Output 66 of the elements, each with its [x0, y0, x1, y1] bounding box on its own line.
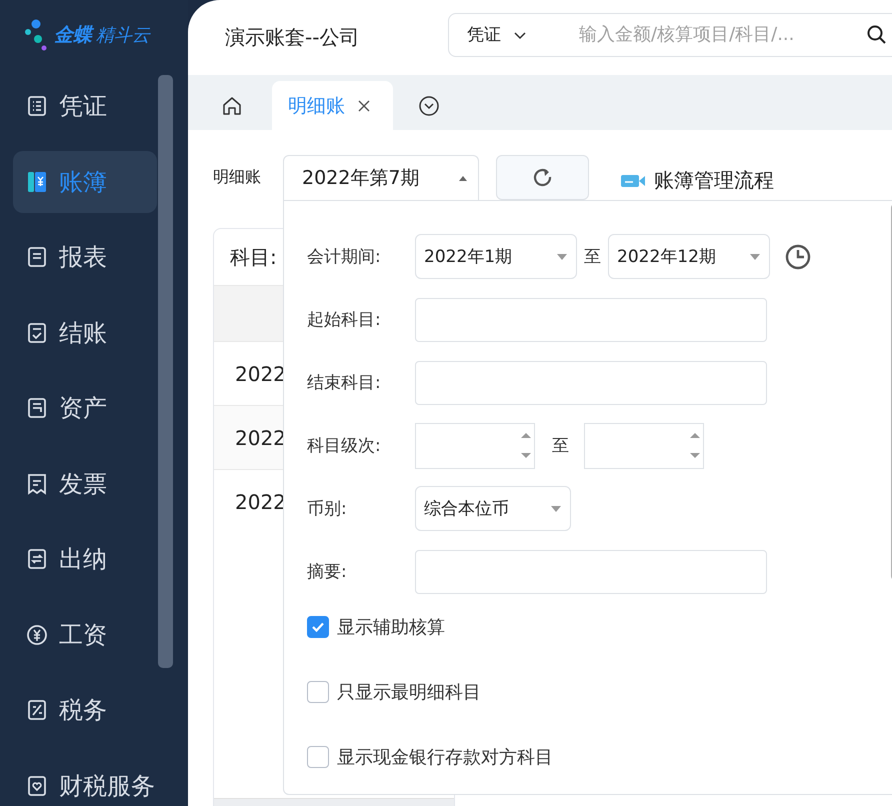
checkbox-label: 显示现金银行存款对方科目 [337, 746, 553, 769]
document-icon [27, 397, 47, 419]
caret-down-icon [550, 504, 562, 512]
caret-up-icon [458, 175, 468, 181]
sidebar-item[interactable]: 资产 [13, 377, 157, 439]
checkbox[interactable] [307, 746, 329, 768]
caret-down-icon [749, 252, 761, 260]
input-field[interactable] [415, 298, 767, 342]
close-icon [357, 98, 371, 112]
refresh-icon [532, 168, 552, 188]
checkbox[interactable] [307, 681, 329, 703]
scrollbar[interactable] [158, 75, 173, 668]
chevron-circle-icon [419, 96, 439, 116]
checkmark-icon [311, 620, 325, 634]
field-label: 科目级次: [307, 435, 382, 457]
checkbox[interactable] [307, 616, 329, 638]
caret-down-icon [556, 252, 568, 260]
to-label: 至 [552, 435, 569, 457]
checkbox-label: 显示辅助核算 [337, 616, 445, 639]
number-field[interactable] [584, 422, 704, 468]
home-icon [222, 96, 242, 116]
receipt-icon [27, 472, 47, 494]
ledger-icon [27, 170, 47, 192]
number-field[interactable] [415, 422, 535, 468]
sidebar-item[interactable]: 发票 [13, 452, 157, 514]
field-label: 摘要: [307, 561, 348, 583]
clock-icon [785, 244, 811, 270]
document-icon [27, 246, 47, 268]
sidebar-item[interactable]: 报表 [13, 226, 157, 288]
account-set-title: 演示账套--公司 [225, 24, 360, 51]
sidebar-item[interactable]: 财税服务 [13, 754, 157, 806]
select-field[interactable]: 2022年12期 [608, 234, 770, 279]
refresh-button[interactable] [496, 155, 589, 200]
select-field[interactable]: 综合本位币 [415, 486, 571, 531]
search-field[interactable]: 凭证 输入金额/核算项目/科目/... [448, 12, 892, 56]
checkbox-label: 只显示最明细科目 [337, 681, 481, 704]
input-field[interactable] [415, 360, 767, 404]
search-icon [867, 24, 887, 44]
table-cell: 2022 [235, 362, 286, 386]
sidebar-item[interactable]: 出纳 [13, 528, 157, 590]
input-field[interactable] [415, 550, 767, 594]
transfer-icon [27, 548, 47, 570]
field-label: 起始科目: [307, 309, 382, 331]
sidebar-item[interactable]: 税务 [13, 679, 157, 741]
sidebar-item[interactable]: 结账 [13, 302, 157, 364]
subject-label: 科目: [230, 244, 277, 271]
field-label: 会计期间: [307, 246, 382, 268]
field-label: 结束科目: [307, 372, 382, 394]
logo-dots-icon [24, 18, 48, 50]
field-label: 币别: [307, 498, 348, 520]
ledger-label: 明细账 [213, 167, 262, 188]
sidebar-item[interactable]: 工资 [13, 604, 157, 666]
flow-link[interactable]: 账簿管理流程 [620, 167, 774, 194]
table-cell: 2022 [235, 426, 286, 450]
percent-icon [27, 699, 47, 721]
to-label: 至 [584, 246, 601, 268]
search-scope-dropdown[interactable]: 凭证 [467, 23, 577, 46]
logo-brand: 金蝶 [54, 22, 92, 48]
table-cell: 2022 [235, 490, 286, 514]
yen-icon [27, 624, 47, 646]
logo-product: 精斗云 [96, 24, 150, 46]
period-dropdown[interactable]: 2022年第7期 [283, 155, 479, 200]
select-field[interactable]: 2022年1期 [415, 234, 577, 279]
check-document-icon [27, 322, 47, 344]
sidebar-item[interactable]: 凭证 [13, 75, 157, 137]
list-icon [27, 95, 47, 117]
